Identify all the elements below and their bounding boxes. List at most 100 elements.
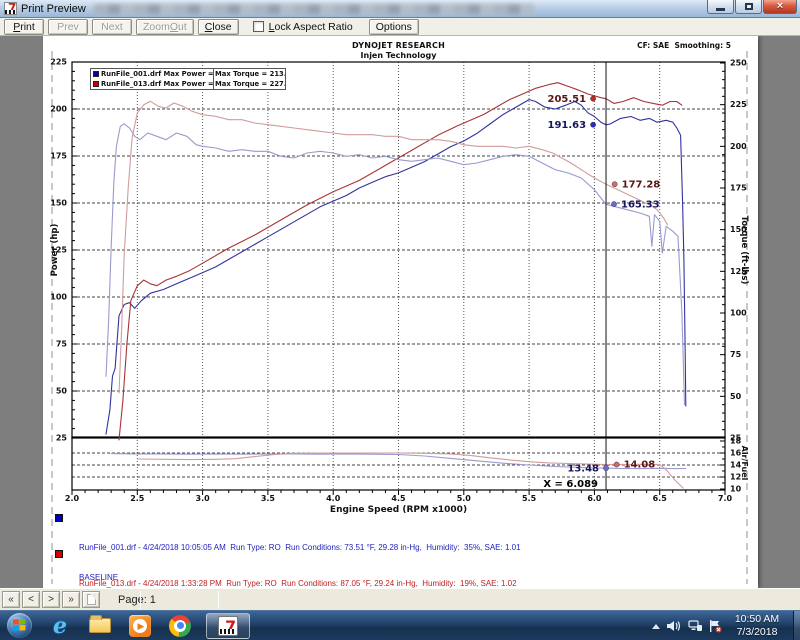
x-axis-tick: 6.5 <box>653 494 668 503</box>
run-line1: RunFile_013.drf - 4/24/2018 1:33:28 PM R… <box>79 579 517 588</box>
run-summary-sp1123: RunFile_013.drf - 4/24/2018 1:33:28 PM R… <box>55 549 517 588</box>
legend-file: RunFile_001.drf <box>101 70 161 78</box>
x-axis-tick: 2.5 <box>130 494 145 503</box>
tray-expand-icon[interactable] <box>652 624 660 629</box>
cursor-x-label: X = 6.089 <box>543 479 598 490</box>
curve-runfile_001-torque-(ft-lbs) <box>106 124 685 405</box>
chart-legend: RunFile_001.drf Max Power = 205.32 Max T… <box>90 68 286 90</box>
legend-torque: Max Torque = 213.58 <box>215 70 285 78</box>
taskbar: e ▶ 7 10:50 AM 7/3/2018 <box>0 610 800 640</box>
curve-runfile_013-air/fuel <box>137 453 683 488</box>
left-axis-tick: 25 <box>56 434 68 443</box>
report-company: DYNOJET RESEARCH <box>72 41 725 50</box>
legend-row: RunFile_013.drf Max Power = 214.17 Max T… <box>91 79 285 89</box>
dyno-chart: 2252001751501251007550252502252001751501… <box>43 36 758 588</box>
start-button[interactable] <box>7 613 32 638</box>
marker-value: 177.28 <box>622 179 661 190</box>
chrome-icon[interactable] <box>168 614 192 638</box>
internet-explorer-icon[interactable]: e <box>48 614 72 638</box>
report-correction-info: CF: SAE Smoothing: 5 <box>637 41 731 50</box>
close-button[interactable]: × <box>763 0 797 14</box>
toolbar: Print Prev Next Zoom Out Close Lock Aspe… <box>0 18 800 36</box>
left-axis-tick: 200 <box>50 105 67 114</box>
redacted-title-text <box>94 4 534 14</box>
run-swatch-blue <box>55 514 63 522</box>
marker-dot <box>590 96 595 101</box>
prev-button[interactable]: Prev <box>48 19 88 35</box>
close-preview-button[interactable]: Close <box>198 19 239 35</box>
network-icon[interactable] <box>688 620 702 632</box>
page-indicator: Page: 1 <box>118 594 156 606</box>
right-axis-tick: 250 <box>730 59 747 68</box>
restore-icon <box>745 3 753 10</box>
lock-aspect-label: Lock Aspect Ratio <box>269 21 353 33</box>
report-page: 2252001751501251007550252502252001751501… <box>43 36 758 588</box>
last-page-button[interactable]: » <box>62 591 80 608</box>
curve-runfile_001-power-(hp) <box>106 100 686 435</box>
right-axis-tick: 50 <box>730 392 742 401</box>
lock-aspect-checkbox[interactable] <box>253 21 264 32</box>
titlebar: 7 Print Preview × <box>0 0 800 18</box>
legend-swatch-blue <box>93 71 99 77</box>
legend-row: RunFile_001.drf Max Power = 205.32 Max T… <box>91 69 285 79</box>
statusbar-divider <box>218 591 219 609</box>
legend-torque: Max Torque = 227.23 <box>215 80 285 88</box>
checkered-flag-icon <box>220 629 236 634</box>
winpep7-app-icon: 7 <box>4 2 17 15</box>
show-desktop-button[interactable] <box>793 611 800 640</box>
x-axis-tick: 2.0 <box>65 494 80 503</box>
screen: 7 Print Preview × Print Prev Next Zoom O… <box>0 0 800 640</box>
statusbar-divider <box>140 591 141 609</box>
marker-value: 13.48 <box>567 463 599 474</box>
torque-axis-label: Torque (ft-lbs) <box>739 216 749 285</box>
right-axis-tick: 200 <box>730 142 747 151</box>
windows-explorer-icon[interactable] <box>88 614 112 638</box>
zoom-out-button[interactable]: Zoom Out <box>136 19 194 35</box>
right-axis-tick: 100 <box>730 309 747 318</box>
minimize-button[interactable] <box>707 0 734 14</box>
action-center-flag-icon[interactable] <box>709 620 722 633</box>
marker-dot <box>603 466 608 471</box>
af-axis-tick: 14 <box>730 461 742 470</box>
af-axis-tick: 16 <box>730 449 742 458</box>
lock-aspect-group: Lock Aspect Ratio <box>253 21 353 33</box>
af-axis-tick: 10 <box>730 485 742 494</box>
next-button[interactable]: Next <box>92 19 132 35</box>
media-player-icon[interactable]: ▶ <box>128 614 152 638</box>
x-axis-tick: 6.0 <box>587 494 602 503</box>
x-axis-tick: 3.5 <box>261 494 276 503</box>
next-page-button[interactable]: > <box>42 591 60 608</box>
winpep7-taskbar-button[interactable]: 7 <box>206 613 250 639</box>
x-axis-tick: 4.0 <box>326 494 341 503</box>
windows-flag-icon <box>13 619 26 632</box>
volume-icon[interactable] <box>667 620 681 632</box>
checkered-flag-icon <box>5 10 16 14</box>
report-dealer: Injen Technology <box>72 51 725 60</box>
run-swatch-red <box>55 550 63 558</box>
left-axis-tick: 150 <box>50 199 67 208</box>
options-button[interactable]: Options <box>369 19 419 35</box>
marker-value: 205.51 <box>548 94 587 105</box>
document-icon <box>87 594 96 605</box>
left-axis-tick: 225 <box>50 58 67 67</box>
af-axis-tick: 18 <box>730 437 742 446</box>
print-button[interactable]: Print <box>4 19 44 35</box>
restore-button[interactable] <box>735 0 762 14</box>
window-title: Print Preview <box>21 3 86 15</box>
x-axis-tick: 5.5 <box>522 494 537 503</box>
export-page-button[interactable] <box>82 591 100 608</box>
left-axis-tick: 100 <box>50 293 67 302</box>
first-page-button[interactable]: « <box>2 591 20 608</box>
marker-value: 165.33 <box>621 199 660 210</box>
clock-time: 10:50 AM <box>726 613 788 626</box>
x-axis-tick: 7.0 <box>718 494 733 503</box>
legend-power: Max Power = 214.17 <box>164 80 213 88</box>
prev-page-button[interactable]: < <box>22 591 40 608</box>
statusbar: « < > » Page: 1 <box>0 588 800 610</box>
right-axis-tick: 75 <box>730 350 742 359</box>
airfuel-axis-label: Air/Fuel <box>740 446 749 481</box>
x-axis-tick: 4.5 <box>391 494 406 503</box>
taskbar-clock[interactable]: 10:50 AM 7/3/2018 <box>726 613 788 639</box>
marker-value: 14.08 <box>624 460 656 471</box>
left-axis-tick: 50 <box>56 387 68 396</box>
